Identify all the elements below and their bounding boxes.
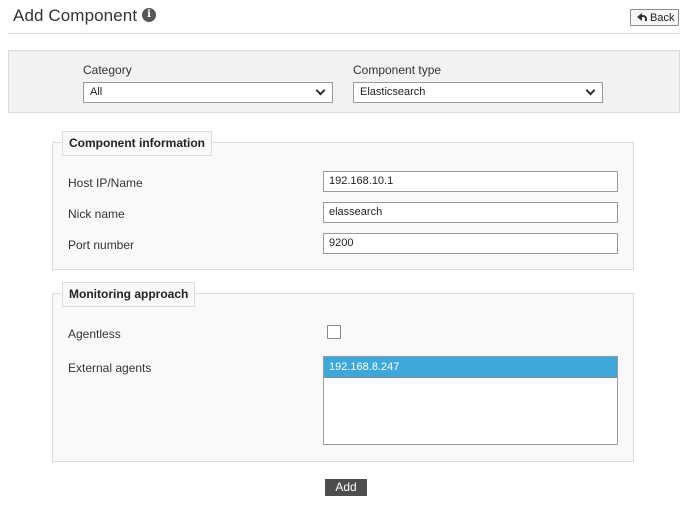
port-number-input[interactable]: 9200 bbox=[323, 233, 618, 254]
info-icon[interactable]: i bbox=[142, 8, 156, 22]
header: Add Component i Back bbox=[0, 0, 689, 34]
chevron-down-icon bbox=[315, 85, 326, 96]
component-information-legend: Component information bbox=[62, 131, 212, 156]
header-divider bbox=[8, 33, 680, 34]
back-arrow-icon bbox=[637, 13, 647, 21]
list-item[interactable]: 192.168.8.247 bbox=[324, 357, 617, 378]
chevron-down-icon bbox=[585, 85, 596, 96]
component-type-selected-value: Elasticsearch bbox=[360, 86, 426, 98]
back-button[interactable]: Back bbox=[630, 9, 679, 26]
agentless-label: Agentless bbox=[68, 327, 121, 341]
external-agents-listbox[interactable]: 192.168.8.247 bbox=[323, 356, 618, 445]
category-selected-value: All bbox=[90, 86, 103, 98]
port-number-label: Port number bbox=[68, 238, 135, 252]
host-input[interactable]: 192.168.10.1 bbox=[323, 171, 618, 192]
host-label: Host IP/Name bbox=[68, 176, 143, 190]
component-type-select[interactable]: Elasticsearch bbox=[353, 82, 603, 103]
nick-name-input[interactable]: elassearch bbox=[323, 202, 618, 223]
monitoring-approach-legend: Monitoring approach bbox=[62, 282, 196, 307]
page-title: Add Component bbox=[13, 6, 138, 25]
category-label: Category bbox=[83, 63, 132, 77]
agentless-checkbox[interactable] bbox=[327, 325, 341, 339]
component-type-label: Component type bbox=[353, 63, 442, 77]
nick-name-label: Nick name bbox=[68, 207, 125, 221]
category-select[interactable]: All bbox=[83, 82, 333, 103]
filter-panel: Category All Component type Elasticsearc… bbox=[8, 50, 680, 113]
add-button[interactable]: Add bbox=[325, 479, 367, 496]
back-label: Back bbox=[650, 12, 675, 24]
external-agents-label: External agents bbox=[68, 361, 152, 375]
